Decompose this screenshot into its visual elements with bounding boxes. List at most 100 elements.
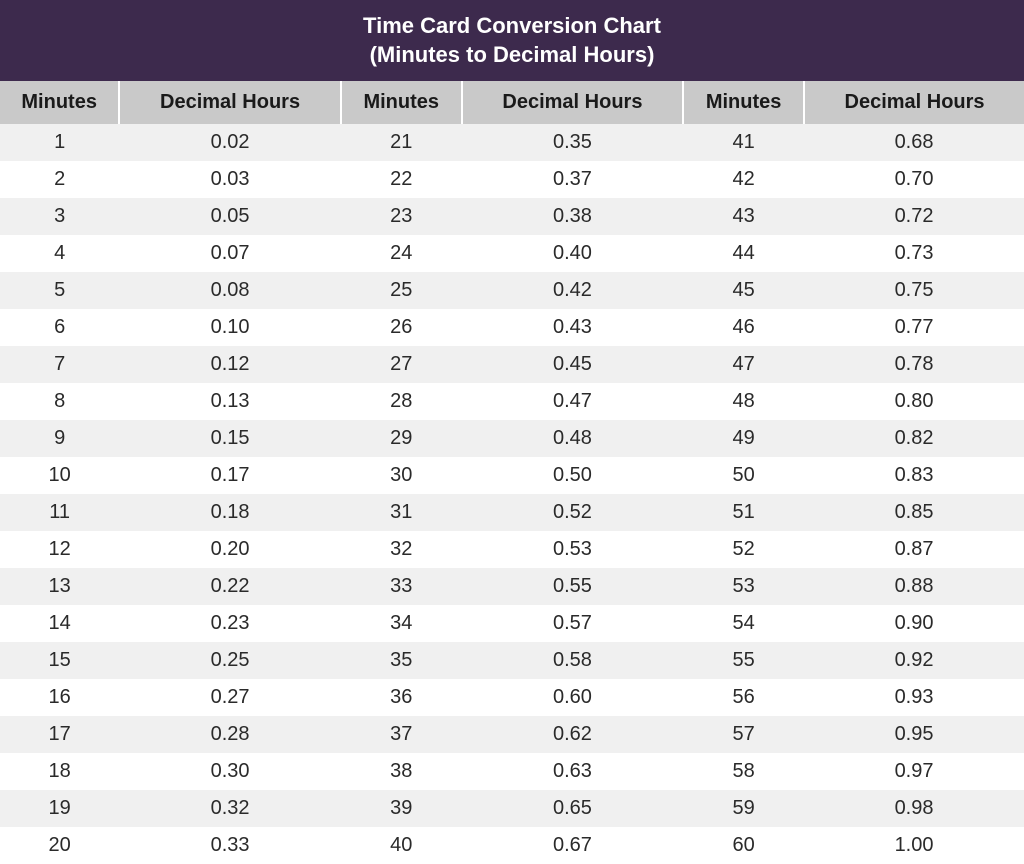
table-cell: 0.77: [804, 309, 1024, 346]
table-row: 200.33400.67601.00: [0, 827, 1024, 864]
table-cell: 0.70: [804, 161, 1024, 198]
table-cell: 2: [0, 161, 119, 198]
table-cell: 44: [683, 235, 804, 272]
table-cell: 39: [341, 790, 462, 827]
table-row: 100.17300.50500.83: [0, 457, 1024, 494]
table-cell: 26: [341, 309, 462, 346]
table-row: 130.22330.55530.88: [0, 568, 1024, 605]
table-title: Time Card Conversion Chart (Minutes to D…: [0, 0, 1024, 81]
table-cell: 0.10: [119, 309, 340, 346]
table-cell: 23: [341, 198, 462, 235]
table-cell: 0.92: [804, 642, 1024, 679]
table-cell: 0.52: [462, 494, 683, 531]
table-cell: 32: [341, 531, 462, 568]
header-decimal-1: Decimal Hours: [119, 81, 340, 124]
table-cell: 52: [683, 531, 804, 568]
table-cell: 0.95: [804, 716, 1024, 753]
table-cell: 0.27: [119, 679, 340, 716]
table-cell: 0.22: [119, 568, 340, 605]
table-cell: 0.68: [804, 124, 1024, 161]
table-cell: 0.58: [462, 642, 683, 679]
table-row: 10.02210.35410.68: [0, 124, 1024, 161]
table-row: 50.08250.42450.75: [0, 272, 1024, 309]
table-row: 70.12270.45470.78: [0, 346, 1024, 383]
table-row: 170.28370.62570.95: [0, 716, 1024, 753]
table-cell: 0.43: [462, 309, 683, 346]
table-cell: 28: [341, 383, 462, 420]
table-cell: 0.90: [804, 605, 1024, 642]
table-cell: 0.60: [462, 679, 683, 716]
table-cell: 51: [683, 494, 804, 531]
table-cell: 0.67: [462, 827, 683, 864]
table-cell: 37: [341, 716, 462, 753]
table-cell: 0.15: [119, 420, 340, 457]
header-decimal-3: Decimal Hours: [804, 81, 1024, 124]
table-cell: 0.28: [119, 716, 340, 753]
table-cell: 0.38: [462, 198, 683, 235]
table-cell: 15: [0, 642, 119, 679]
table-cell: 10: [0, 457, 119, 494]
table-cell: 5: [0, 272, 119, 309]
table-cell: 38: [341, 753, 462, 790]
table-cell: 0.30: [119, 753, 340, 790]
table-cell: 0.75: [804, 272, 1024, 309]
table-cell: 0.32: [119, 790, 340, 827]
table-cell: 0.35: [462, 124, 683, 161]
table-cell: 42: [683, 161, 804, 198]
table-cell: 8: [0, 383, 119, 420]
table-cell: 31: [341, 494, 462, 531]
table-cell: 0.83: [804, 457, 1024, 494]
table-row: 160.27360.60560.93: [0, 679, 1024, 716]
title-line-2: (Minutes to Decimal Hours): [370, 42, 655, 67]
table-cell: 0.85: [804, 494, 1024, 531]
table-cell: 12: [0, 531, 119, 568]
table-header-row: Minutes Decimal Hours Minutes Decimal Ho…: [0, 81, 1024, 124]
table-cell: 0.05: [119, 198, 340, 235]
table-cell: 29: [341, 420, 462, 457]
table-cell: 0.17: [119, 457, 340, 494]
table-cell: 34: [341, 605, 462, 642]
table-cell: 0.07: [119, 235, 340, 272]
table-cell: 0.73: [804, 235, 1024, 272]
table-cell: 0.13: [119, 383, 340, 420]
table-row: 140.23340.57540.90: [0, 605, 1024, 642]
table-cell: 0.02: [119, 124, 340, 161]
table-row: 190.32390.65590.98: [0, 790, 1024, 827]
table-cell: 13: [0, 568, 119, 605]
table-cell: 0.57: [462, 605, 683, 642]
table-cell: 0.55: [462, 568, 683, 605]
table-cell: 54: [683, 605, 804, 642]
table-cell: 36: [341, 679, 462, 716]
table-cell: 0.20: [119, 531, 340, 568]
table-cell: 0.62: [462, 716, 683, 753]
table-cell: 17: [0, 716, 119, 753]
table-row: 120.20320.53520.87: [0, 531, 1024, 568]
table-cell: 43: [683, 198, 804, 235]
header-minutes-3: Minutes: [683, 81, 804, 124]
table-cell: 56: [683, 679, 804, 716]
header-minutes-2: Minutes: [341, 81, 462, 124]
table-row: 180.30380.63580.97: [0, 753, 1024, 790]
table-cell: 0.18: [119, 494, 340, 531]
title-line-1: Time Card Conversion Chart: [363, 13, 661, 38]
table-cell: 0.40: [462, 235, 683, 272]
table-cell: 49: [683, 420, 804, 457]
table-cell: 0.53: [462, 531, 683, 568]
table-row: 90.15290.48490.82: [0, 420, 1024, 457]
table-cell: 21: [341, 124, 462, 161]
table-cell: 0.72: [804, 198, 1024, 235]
conversion-table: Time Card Conversion Chart (Minutes to D…: [0, 0, 1024, 864]
table-cell: 0.33: [119, 827, 340, 864]
table-cell: 6: [0, 309, 119, 346]
table-cell: 0.80: [804, 383, 1024, 420]
table-cell: 0.37: [462, 161, 683, 198]
table-row: 20.03220.37420.70: [0, 161, 1024, 198]
table-cell: 0.65: [462, 790, 683, 827]
table-row: 80.13280.47480.80: [0, 383, 1024, 420]
table-cell: 40: [341, 827, 462, 864]
table-cell: 45: [683, 272, 804, 309]
table-cell: 3: [0, 198, 119, 235]
table-cell: 55: [683, 642, 804, 679]
table-cell: 11: [0, 494, 119, 531]
table-cell: 0.50: [462, 457, 683, 494]
